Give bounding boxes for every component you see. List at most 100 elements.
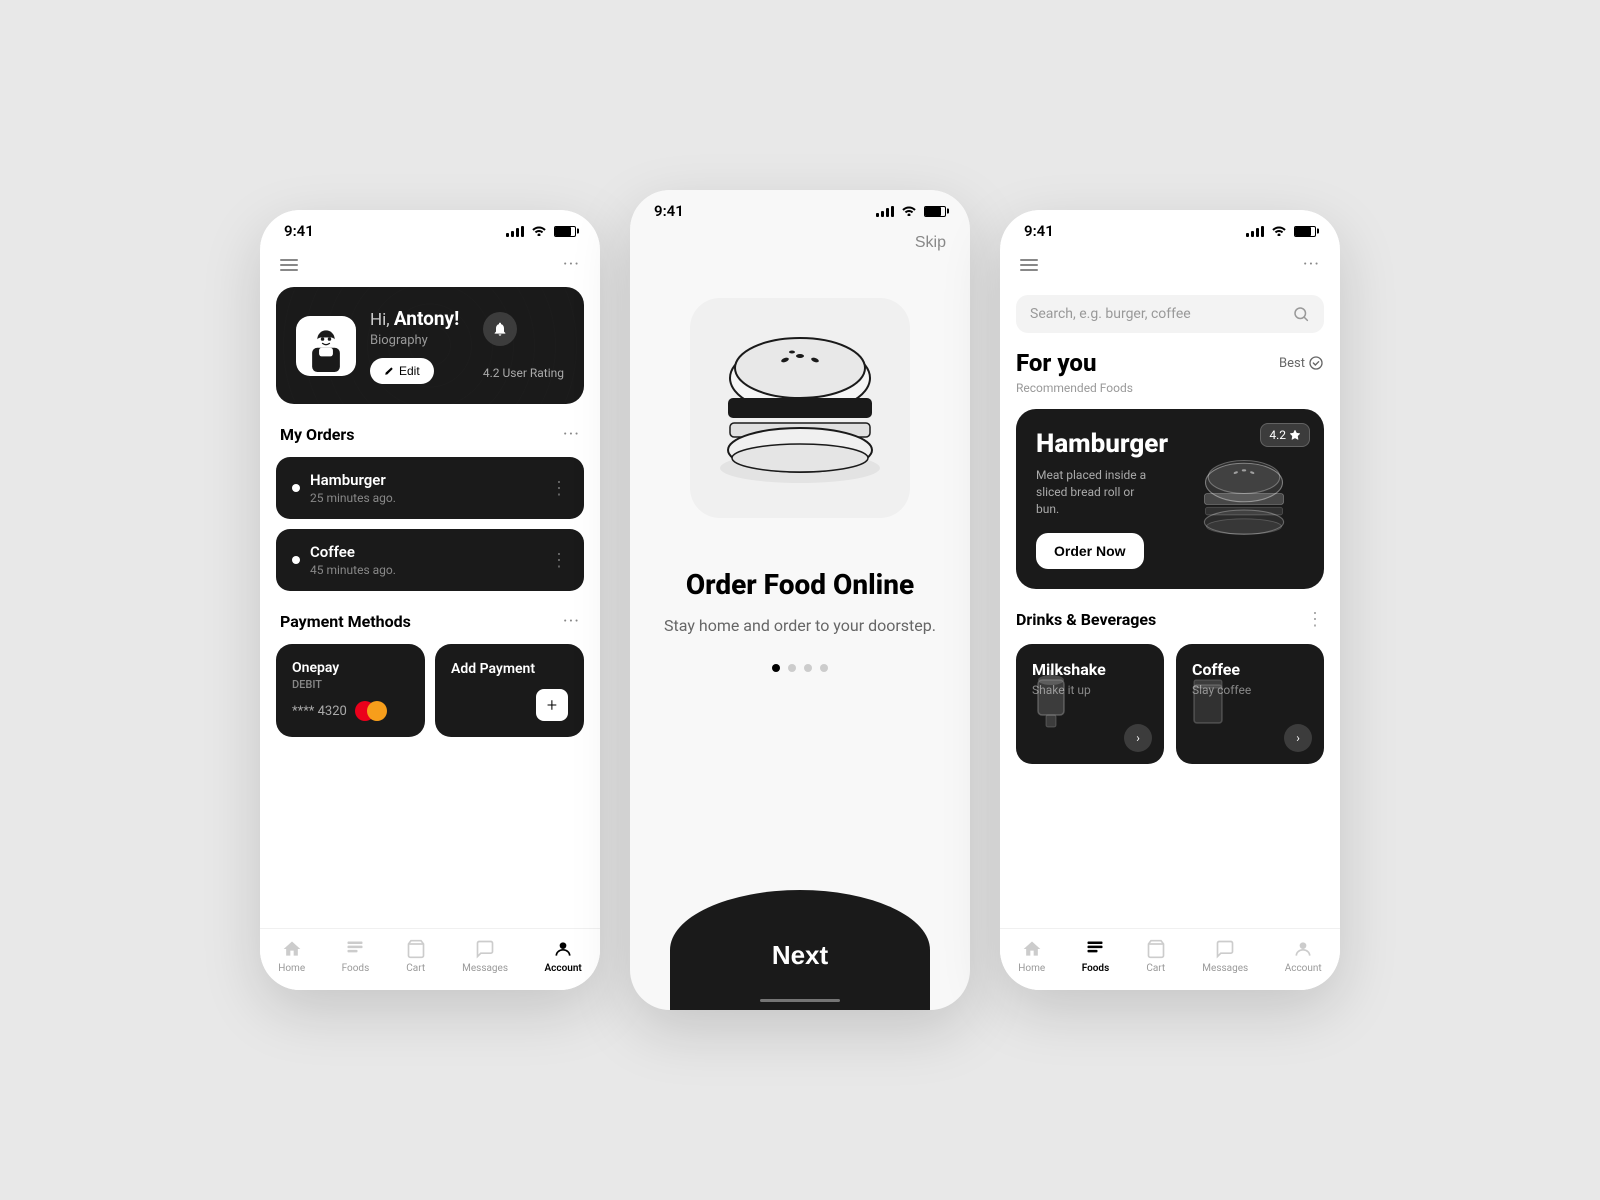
featured-card: Hamburger Meat placed inside a sliced br… (1016, 409, 1324, 589)
drinks-section: Drinks & Beverages ⋮ Milkshake Shake it … (1000, 609, 1340, 764)
s3-nav-account[interactable]: Account (1285, 939, 1322, 974)
foods-icon (345, 939, 365, 959)
skip-bar: Skip (630, 226, 970, 268)
s3-nav-foods[interactable]: Foods (1082, 939, 1110, 974)
wifi-icon-3 (1271, 224, 1287, 239)
screen-onboarding: 9:41 Skip (630, 190, 970, 1010)
add-payment-button[interactable]: + (536, 689, 568, 721)
status-icons-2 (876, 204, 946, 219)
status-bar-3: 9:41 (1000, 210, 1340, 246)
nav-home[interactable]: Home (278, 939, 305, 974)
order-item-more-2[interactable]: ⋮ (550, 550, 568, 571)
best-icon (1308, 355, 1324, 371)
s3-nav-foods-label: Foods (1082, 963, 1110, 974)
for-you-header: For you Best (1000, 349, 1340, 381)
order-time-2: 45 minutes ago. (310, 563, 396, 577)
bottom-nav-3: Home Foods Cart Messages Account (1000, 928, 1340, 990)
s3-nav-account-label: Account (1285, 963, 1322, 974)
payment-section: Payment Methods ··· Onepay DEBIT **** 43… (260, 611, 600, 737)
drinks-header: Drinks & Beverages ⋮ (1016, 609, 1324, 630)
s3-nav-messages-label: Messages (1202, 963, 1248, 974)
battery-icon-3 (1294, 226, 1316, 237)
payment-title: Payment Methods (280, 612, 411, 631)
profile-greeting: Hi, Antony! (370, 307, 459, 330)
profile-left: Hi, Antony! Biography Edit (296, 307, 459, 384)
onboard-title: Order Food Online (660, 568, 940, 602)
payment-more-icon[interactable]: ··· (563, 611, 580, 632)
order-item-hamburger: Hamburger 25 minutes ago. ⋮ (276, 457, 584, 519)
status-time-3: 9:41 (1024, 222, 1054, 240)
profile-info: Hi, Antony! Biography Edit (370, 307, 459, 384)
nav-account[interactable]: Account (544, 939, 581, 974)
coffee-arrow[interactable]: › (1284, 724, 1312, 752)
drinks-cards: Milkshake Shake it up › Coffee Sla (1016, 644, 1324, 764)
profile-right: 4.2 User Rating (483, 312, 564, 380)
star-icon (1289, 429, 1301, 441)
menu-icon-3[interactable] (1020, 259, 1038, 271)
dot-1 (772, 664, 780, 672)
order-item-more[interactable]: ⋮ (550, 478, 568, 499)
s3-messages-icon (1215, 939, 1235, 959)
onboard-subtitle: Stay home and order to your doorstep. (660, 614, 940, 638)
onboard-image-area (630, 268, 970, 548)
s3-nav-home[interactable]: Home (1018, 939, 1045, 974)
menu-icon[interactable] (280, 259, 298, 271)
featured-right (1184, 444, 1304, 554)
payment-cards: Onepay DEBIT **** 4320 Add Payment + (260, 644, 600, 737)
next-button[interactable]: Next (670, 890, 930, 1010)
status-bar-1: 9:41 (260, 210, 600, 246)
wifi-icon (531, 224, 547, 239)
user-rating: 4.2 User Rating (483, 366, 564, 380)
for-you-title: For you (1016, 349, 1096, 377)
s3-nav-cart-label: Cart (1146, 963, 1165, 974)
nav-foods[interactable]: Foods (342, 939, 370, 974)
search-bar[interactable]: Search, e.g. burger, coffee (1016, 295, 1324, 333)
dot-3 (804, 664, 812, 672)
orders-section-header: My Orders ··· (260, 424, 600, 457)
s3-nav-messages[interactable]: Messages (1202, 939, 1248, 974)
s3-nav-home-label: Home (1018, 963, 1045, 974)
nav-messages[interactable]: Messages (462, 939, 508, 974)
wifi-icon-2 (901, 204, 917, 219)
featured-title: Hamburger (1036, 429, 1184, 459)
milkshake-arrow[interactable]: › (1124, 724, 1152, 752)
screen-account: 9:41 ··· (260, 210, 600, 990)
payment-card-onepay[interactable]: Onepay DEBIT **** 4320 (276, 644, 425, 737)
order-dot-2 (292, 556, 300, 564)
coffee-image (1186, 670, 1236, 734)
order-dot (292, 484, 300, 492)
featured-desc: Meat placed inside a sliced bread roll o… (1036, 467, 1156, 517)
orders-more-icon[interactable]: ··· (563, 424, 580, 445)
signal-icon-2 (876, 206, 894, 217)
card-type: DEBIT (292, 678, 409, 691)
profile-bio: Biography (370, 333, 459, 348)
cart-icon (406, 939, 426, 959)
skip-button[interactable]: Skip (915, 234, 946, 252)
more-icon-3[interactable]: ··· (1303, 254, 1320, 275)
battery-icon-2 (924, 206, 946, 217)
edit-button[interactable]: Edit (370, 358, 434, 384)
s3-nav-cart[interactable]: Cart (1146, 939, 1166, 974)
order-item-coffee: Coffee 45 minutes ago. ⋮ (276, 529, 584, 591)
status-bar-2: 9:41 (630, 190, 970, 226)
drink-card-milkshake[interactable]: Milkshake Shake it up › (1016, 644, 1164, 764)
add-payment-title: Add Payment (451, 660, 535, 678)
notification-button[interactable] (483, 312, 517, 346)
s3-foods-icon (1085, 939, 1105, 959)
signal-icon-3 (1246, 226, 1264, 237)
featured-left: Hamburger Meat placed inside a sliced br… (1036, 429, 1184, 569)
order-now-button[interactable]: Order Now (1036, 533, 1144, 569)
add-payment-card[interactable]: Add Payment + (435, 644, 584, 737)
drink-card-coffee[interactable]: Coffee Slay coffee › (1176, 644, 1324, 764)
more-icon[interactable]: ··· (563, 254, 580, 275)
search-input[interactable]: Search, e.g. burger, coffee (1030, 306, 1284, 322)
best-badge: Best (1279, 355, 1324, 371)
nav-cart-label: Cart (406, 963, 425, 974)
nav-cart[interactable]: Cart (406, 939, 426, 974)
avatar (296, 316, 356, 376)
orders-title: My Orders (280, 425, 355, 444)
onboard-text: Order Food Online Stay home and order to… (630, 548, 970, 648)
burger-illustration (690, 298, 910, 518)
nav-foods-label: Foods (342, 963, 370, 974)
drinks-more-icon[interactable]: ⋮ (1306, 609, 1324, 630)
